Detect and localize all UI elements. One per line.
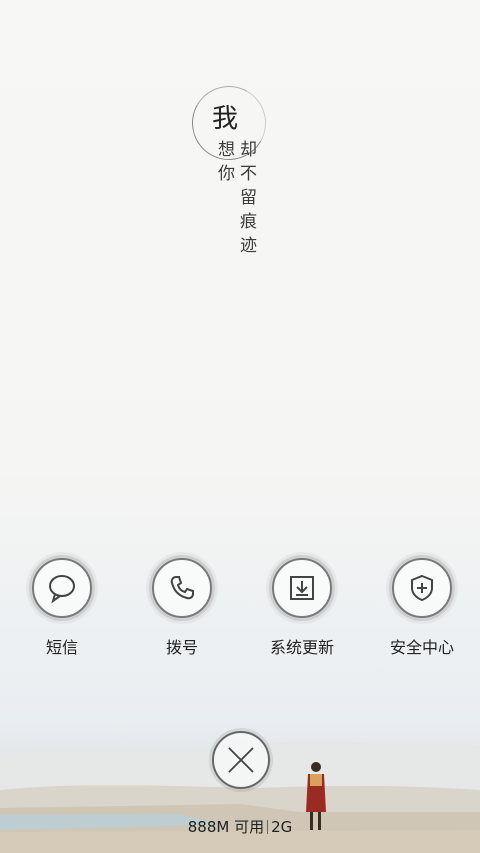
- app-system-update-label: 系统更新: [269, 638, 334, 657]
- poem-char-bu: 不: [240, 164, 257, 184]
- poem-char-ji: 迹: [240, 236, 257, 256]
- message-icon: [49, 575, 75, 604]
- app-dialer-circle[interactable]: [152, 558, 212, 618]
- close-icon: [228, 747, 254, 773]
- poem-char-liu: 留: [240, 188, 257, 208]
- poem-char-hen: 痕: [240, 212, 257, 232]
- app-messages-label: 短信: [45, 638, 78, 657]
- network-type-text: 2G: [271, 818, 293, 836]
- app-system-update[interactable]: 系统更新: [252, 558, 352, 658]
- app-security-center-circle[interactable]: [392, 558, 452, 618]
- app-system-update-circle[interactable]: [272, 558, 332, 618]
- poem-char-xiang: 想: [218, 140, 235, 160]
- shield-icon: [411, 574, 433, 602]
- close-button[interactable]: [212, 731, 270, 789]
- status-divider: [267, 820, 269, 834]
- poem-char-ni: 你: [218, 164, 235, 184]
- app-security-center[interactable]: 安全中心: [372, 558, 472, 658]
- memory-status: 888M 可用 2G: [0, 816, 480, 837]
- phone-icon: [170, 576, 194, 600]
- poem-char-que: 却: [240, 140, 257, 160]
- app-dialer-label: 拨号: [165, 638, 198, 657]
- download-icon: [290, 576, 314, 600]
- app-security-center-label: 安全中心: [389, 638, 454, 657]
- poem-char-wo: 我: [212, 104, 239, 134]
- app-dialer[interactable]: 拨号: [132, 558, 232, 658]
- app-messages[interactable]: 短信: [12, 558, 112, 658]
- memory-available-text: 888M 可用: [187, 818, 265, 836]
- app-messages-circle[interactable]: [32, 558, 92, 618]
